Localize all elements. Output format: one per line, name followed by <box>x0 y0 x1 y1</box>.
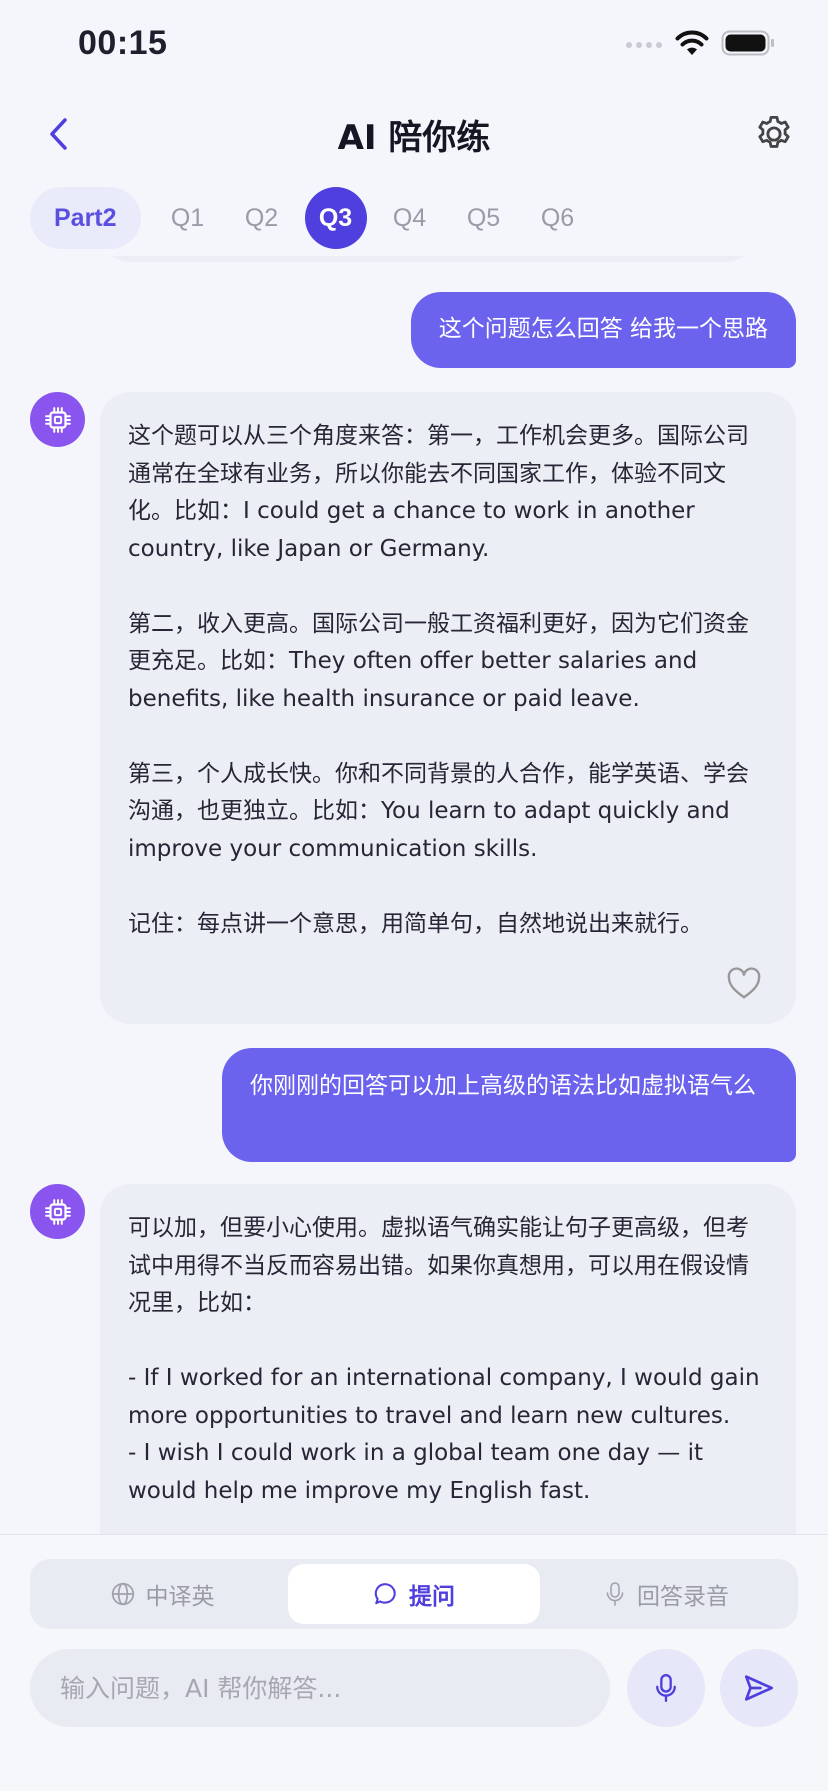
user-message-text: 你刚刚的回答可以加上高级的语法比如虚拟语气么 <box>250 1073 756 1099</box>
user-message: 你刚刚的回答可以加上高级的语法比如虚拟语气么 <box>222 1048 796 1162</box>
tab-q6[interactable]: Q6 <box>527 187 589 249</box>
input-row <box>30 1649 798 1727</box>
status-time: 00:15 <box>78 24 168 62</box>
voice-input-button[interactable] <box>627 1649 705 1727</box>
user-message-text: 这个问题怎么回答 给我一个思路 <box>438 316 768 342</box>
mode-switcher: 中译英 提问 回答录音 <box>30 1559 798 1629</box>
mode-record-label: 回答录音 <box>637 1584 729 1610</box>
chip-icon <box>44 1198 71 1225</box>
tab-q5[interactable]: Q5 <box>453 187 515 249</box>
ai-message-paragraph: 这个题可以从三个角度来答：第一，工作机会更多。国际公司通常在全球有业务，所以你能… <box>128 423 749 562</box>
mode-record[interactable]: 回答录音 <box>540 1564 792 1624</box>
ai-message-paragraph: - If I worked for an international compa… <box>128 1365 760 1504</box>
microphone-icon <box>656 1674 676 1702</box>
settings-button[interactable] <box>750 110 798 158</box>
battery-icon <box>721 30 774 56</box>
status-icons <box>625 30 775 56</box>
mode-ask-label: 提问 <box>409 1584 455 1610</box>
microphone-icon <box>606 1582 624 1606</box>
tab-q2[interactable]: Q2 <box>231 187 293 249</box>
ai-message-paragraph: 可以加，但要小心使用。虚拟语气确实能让句子更高级，但考试中用得不当反而容易出错。… <box>128 1215 749 1316</box>
chat-bubble-icon <box>374 1583 396 1605</box>
send-button[interactable] <box>720 1649 798 1727</box>
ai-message: 这个题可以从三个角度来答：第一，工作机会更多。国际公司通常在全球有业务，所以你能… <box>100 392 796 1024</box>
ai-avatar <box>30 1184 85 1239</box>
globe-icon <box>111 1582 134 1606</box>
header: AI 陪你练 <box>0 96 828 172</box>
cellular-signal-icon <box>626 42 662 48</box>
chat-area[interactable]: 这个问题怎么回答 给我一个思路 这个题可以从三个角度来答：第一，工作机会更多。国… <box>0 256 828 1534</box>
wifi-icon <box>675 30 709 55</box>
ai-message-paragraph: 记住：每点讲一个意思，用简单句，自然地说出来就行。 <box>128 910 703 937</box>
heart-icon[interactable] <box>726 966 762 1000</box>
send-icon <box>744 1675 774 1701</box>
bottom-panel: 中译英 提问 回答录音 <box>0 1534 828 1791</box>
status-bar: 00:15 <box>0 0 828 92</box>
tab-q3[interactable]: Q3 <box>304 187 367 249</box>
ai-avatar <box>30 392 85 447</box>
page-title: AI 陪你练 <box>337 118 491 158</box>
chip-icon <box>44 406 71 433</box>
user-message: 这个问题怎么回答 给我一个思路 <box>410 292 796 368</box>
tab-part2[interactable]: Part2 <box>30 187 141 249</box>
gear-icon <box>758 115 790 148</box>
tab-q1[interactable]: Q1 <box>157 187 219 249</box>
mode-ask[interactable]: 提问 <box>288 1564 540 1624</box>
tab-q4[interactable]: Q4 <box>379 187 441 249</box>
ai-message: 可以加，但要小心使用。虚拟语气确实能让句子更高级，但考试中用得不当反而容易出错。… <box>100 1184 796 1534</box>
question-input[interactable] <box>30 1649 610 1727</box>
previous-message-edge <box>100 256 756 262</box>
mode-translate-label: 中译英 <box>145 1584 215 1610</box>
question-tabs: Part2 Q1 Q2 Q3 Q4 Q5 Q6 <box>30 186 589 250</box>
ai-message-paragraph: 第三，个人成长快。你和不同背景的人合作，能学英语、学会沟通，也更独立。比如：Yo… <box>128 760 749 862</box>
mode-translate[interactable]: 中译英 <box>36 1564 288 1624</box>
ai-message-paragraph: 第二，收入更高。国际公司一般工资福利更好，因为它们资金更充足。比如：They o… <box>128 610 749 712</box>
